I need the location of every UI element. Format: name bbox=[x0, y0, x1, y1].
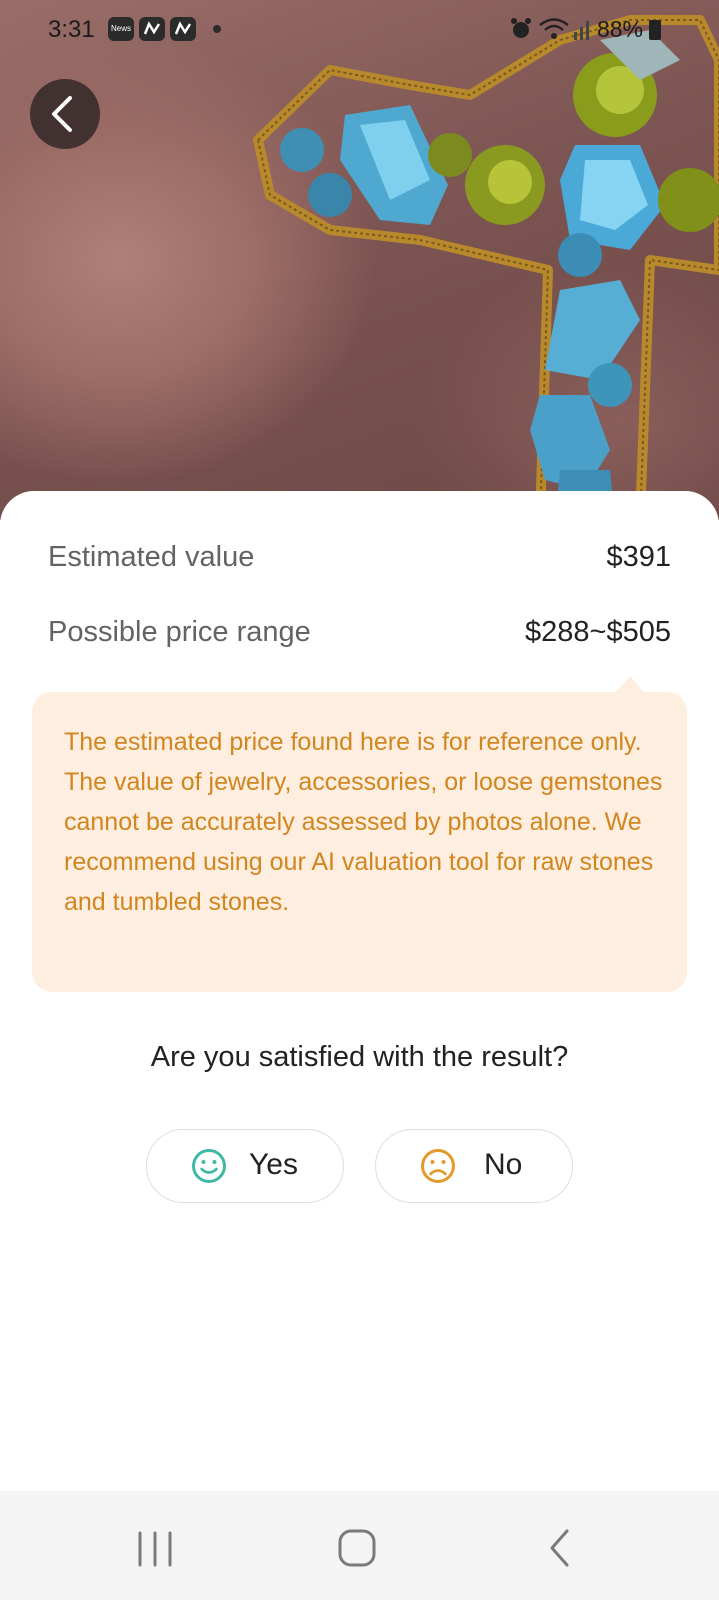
battery-icon bbox=[649, 20, 661, 40]
app-icon bbox=[139, 17, 165, 41]
back-button[interactable] bbox=[30, 79, 100, 149]
notice-pointer bbox=[616, 676, 644, 692]
result-sheet: Estimated value $391 Possible price rang… bbox=[0, 491, 719, 1491]
app-icon bbox=[170, 17, 196, 41]
home-icon[interactable] bbox=[337, 1528, 377, 1568]
notification-dot-icon bbox=[213, 25, 221, 33]
no-label: No bbox=[484, 1148, 523, 1181]
price-range-row: Possible price range $288~$505 bbox=[48, 616, 671, 656]
recents-icon[interactable] bbox=[135, 1529, 175, 1569]
yes-label: Yes bbox=[249, 1148, 298, 1181]
estimated-value-label: Estimated value bbox=[48, 541, 255, 573]
yes-button[interactable]: Yes bbox=[146, 1129, 344, 1203]
estimated-value-row: Estimated value $391 bbox=[48, 541, 671, 581]
price-range-value: $288~$505 bbox=[525, 616, 671, 648]
smile-icon bbox=[192, 1149, 226, 1183]
news-icon: News bbox=[108, 17, 134, 41]
no-button[interactable]: No bbox=[375, 1129, 573, 1203]
jewelry-photo bbox=[0, 0, 719, 520]
disclaimer-notice: The estimated price found here is for re… bbox=[32, 676, 687, 992]
nav-back-icon[interactable] bbox=[545, 1528, 575, 1568]
price-range-label: Possible price range bbox=[48, 616, 311, 648]
alarm-icon bbox=[511, 18, 531, 38]
estimated-value: $391 bbox=[606, 541, 671, 573]
battery-percent: 88% bbox=[596, 16, 643, 42]
frown-icon bbox=[421, 1149, 455, 1183]
disclaimer-text: The estimated price found here is for re… bbox=[64, 728, 663, 916]
satisfaction-question: Are you satisfied with the result? bbox=[150, 1041, 569, 1073]
wifi-icon bbox=[539, 18, 569, 39]
status-bar: 3:31 News 88% bbox=[0, 0, 719, 60]
system-nav-bar bbox=[0, 1491, 719, 1600]
chevron-left-icon bbox=[52, 96, 72, 132]
status-time: 3:31 bbox=[48, 16, 95, 43]
signal-icon bbox=[574, 21, 589, 40]
